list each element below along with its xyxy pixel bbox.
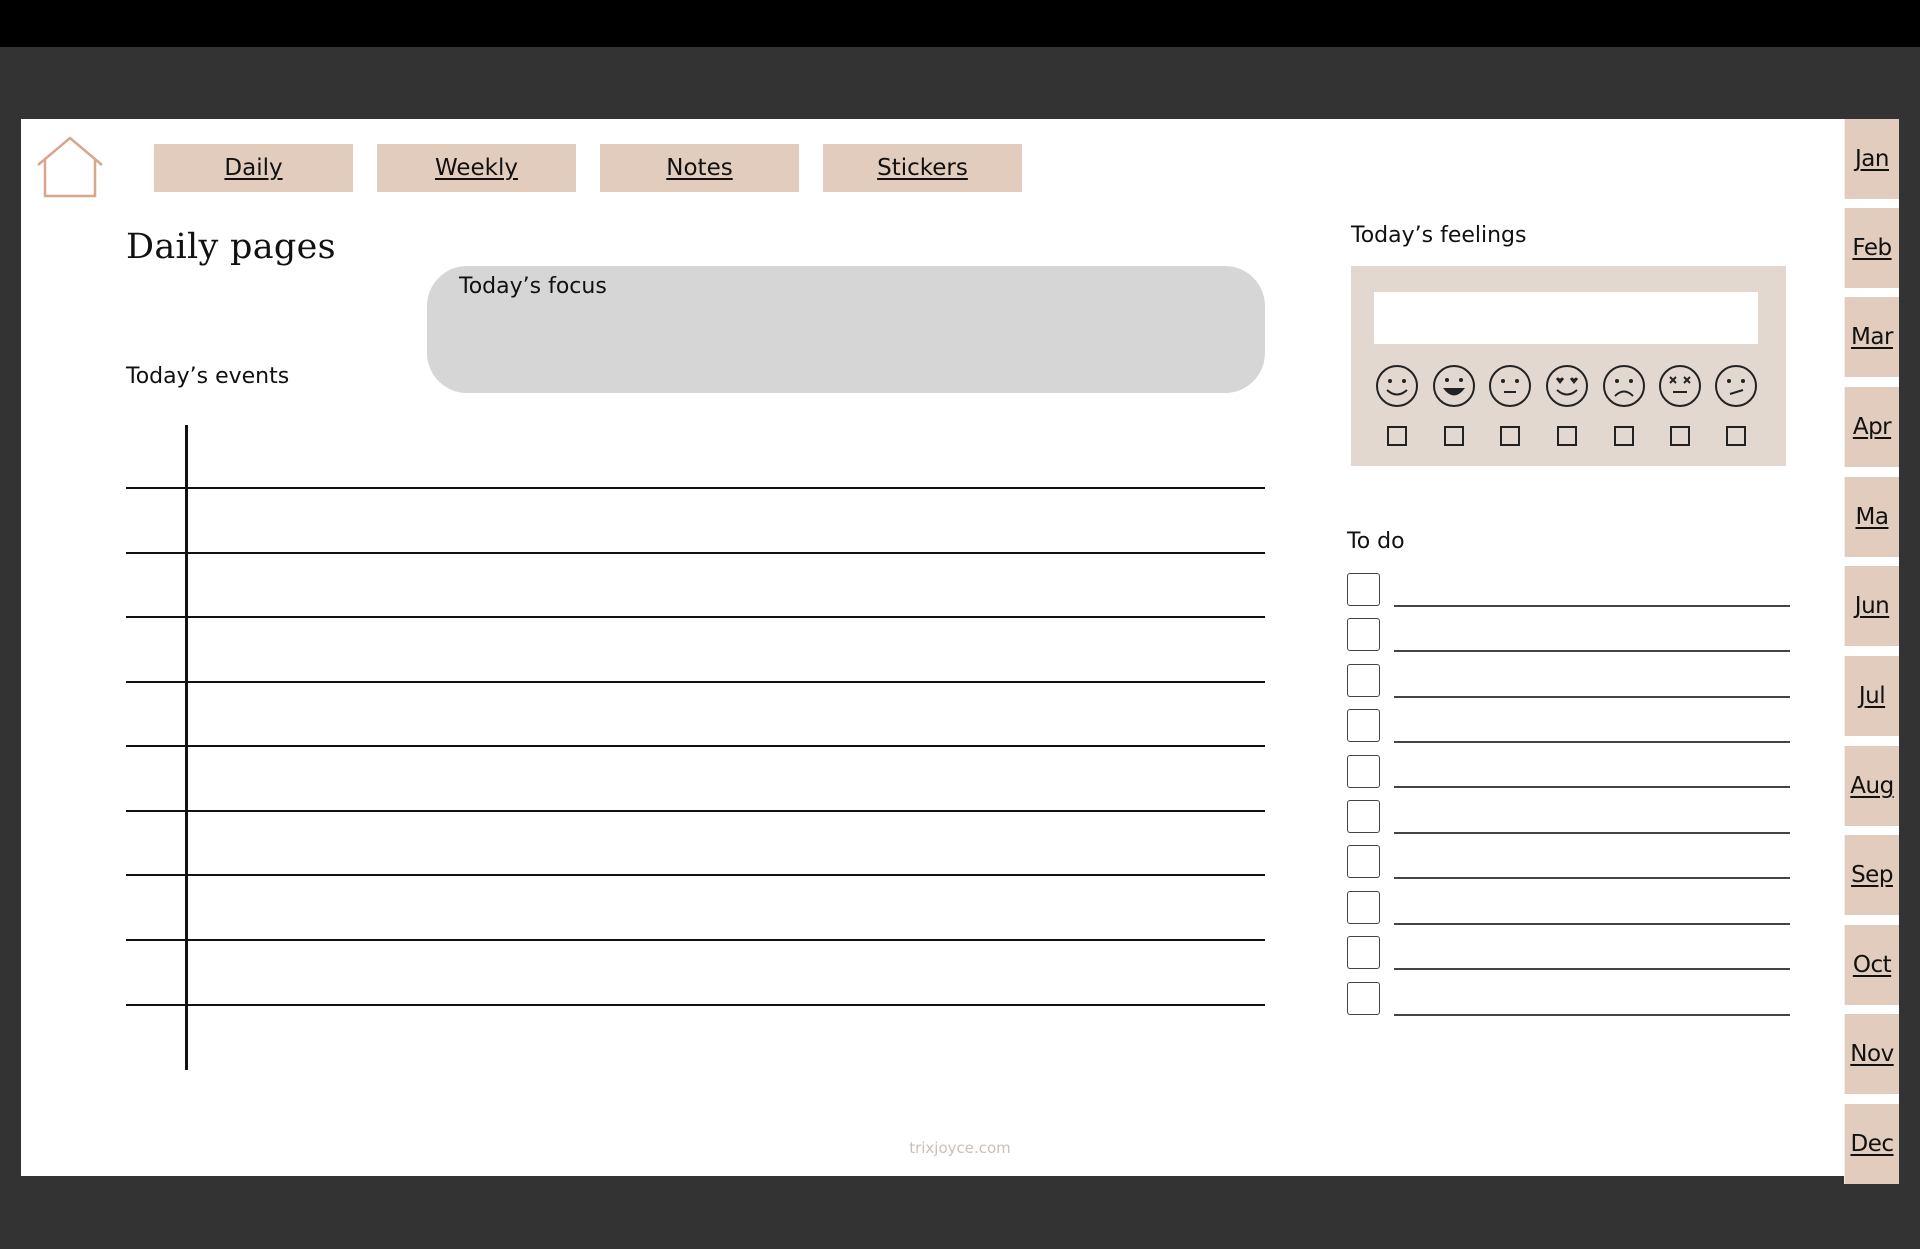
confused-face-icon[interactable] [1713, 363, 1759, 409]
grin-face-icon[interactable] [1431, 363, 1477, 409]
nav-weekly-button[interactable]: Weekly [377, 144, 576, 192]
today-feelings-label: Today’s feelings [1351, 223, 1527, 248]
todo-entry-line[interactable] [1394, 877, 1790, 879]
nav-notes-button[interactable]: Notes [600, 144, 799, 192]
todo-checkbox[interactable] [1347, 936, 1380, 969]
month-tab-jun[interactable]: Jun [1845, 566, 1899, 646]
heart-eyes-face-icon[interactable] [1544, 363, 1590, 409]
feeling-checkbox[interactable] [1557, 426, 1577, 446]
month-tab-may[interactable]: Ma [1845, 477, 1899, 557]
events-rule-line [126, 810, 1265, 812]
month-tab-aug[interactable]: Aug [1845, 746, 1899, 826]
todo-entry-line[interactable] [1394, 786, 1790, 788]
todo-checkbox[interactable] [1347, 709, 1380, 742]
feeling-checkbox[interactable] [1500, 426, 1520, 446]
todo-entry-line[interactable] [1394, 650, 1790, 652]
neutral-face-icon[interactable] [1487, 363, 1533, 409]
events-rule-line [126, 616, 1265, 618]
month-tab-jan[interactable]: Jan [1845, 119, 1899, 199]
house-icon[interactable] [35, 135, 105, 199]
events-rule-line [126, 552, 1265, 554]
todo-checkbox[interactable] [1347, 891, 1380, 924]
todo-checkbox[interactable] [1347, 618, 1380, 651]
smile-face-icon[interactable] [1374, 363, 1420, 409]
events-rule-line [126, 1004, 1265, 1006]
events-rule-line [126, 681, 1265, 683]
month-tab-nov[interactable]: Nov [1845, 1014, 1899, 1094]
todo-entry-line[interactable] [1394, 696, 1790, 698]
page-title: Daily pages [126, 227, 336, 267]
today-events-label: Today’s events [126, 364, 290, 389]
todo-checkbox[interactable] [1347, 664, 1380, 697]
feeling-checkbox[interactable] [1444, 426, 1464, 446]
events-margin-line [185, 425, 188, 1070]
todo-checkbox[interactable] [1347, 755, 1380, 788]
todo-entry-line[interactable] [1394, 832, 1790, 834]
events-lined-area[interactable] [126, 425, 1265, 1070]
todo-checkbox[interactable] [1347, 845, 1380, 878]
watermark-text: trixjoyce.com [909, 1139, 1011, 1157]
today-focus-box[interactable]: Today’s focus [427, 266, 1265, 393]
events-rule-line [126, 874, 1265, 876]
month-tab-apr[interactable]: Apr [1845, 387, 1899, 467]
month-tabs: Jan Feb Mar Apr Ma Jun Jul Aug Sep Oct N… [1845, 119, 1899, 1184]
feeling-checkbox[interactable] [1670, 426, 1690, 446]
month-tab-mar[interactable]: Mar [1845, 297, 1899, 377]
nav-daily-button[interactable]: Daily [154, 144, 353, 192]
today-focus-label: Today’s focus [459, 274, 607, 299]
feeling-checkbox[interactable] [1726, 426, 1746, 446]
month-tab-dec[interactable]: Dec [1845, 1104, 1899, 1184]
sad-face-icon[interactable] [1601, 363, 1647, 409]
todo-checkbox[interactable] [1347, 982, 1380, 1015]
events-rule-line [126, 939, 1265, 941]
feelings-input[interactable] [1374, 292, 1758, 344]
month-tab-sep[interactable]: Sep [1845, 835, 1899, 915]
nav-stickers-button[interactable]: Stickers [823, 144, 1022, 192]
dizzy-face-icon[interactable] [1657, 363, 1703, 409]
month-tab-feb[interactable]: Feb [1845, 208, 1899, 288]
todo-entry-line[interactable] [1394, 605, 1790, 607]
todo-checkbox[interactable] [1347, 573, 1380, 606]
events-rule-line [126, 487, 1265, 489]
events-rule-line [126, 745, 1265, 747]
todo-entry-line[interactable] [1394, 1014, 1790, 1016]
todo-entry-line[interactable] [1394, 968, 1790, 970]
todo-entry-line[interactable] [1394, 741, 1790, 743]
todo-checkbox[interactable] [1347, 800, 1380, 833]
todo-label: To do [1347, 529, 1405, 554]
feeling-checkbox[interactable] [1387, 426, 1407, 446]
todo-entry-line[interactable] [1394, 923, 1790, 925]
month-tab-oct[interactable]: Oct [1845, 925, 1899, 1005]
month-tab-jul[interactable]: Jul [1845, 656, 1899, 736]
feeling-checkbox[interactable] [1614, 426, 1634, 446]
top-black-bar [0, 0, 1920, 47]
planner-page: Daily Weekly Notes Stickers Daily pages … [21, 119, 1899, 1176]
feelings-panel [1351, 266, 1786, 466]
